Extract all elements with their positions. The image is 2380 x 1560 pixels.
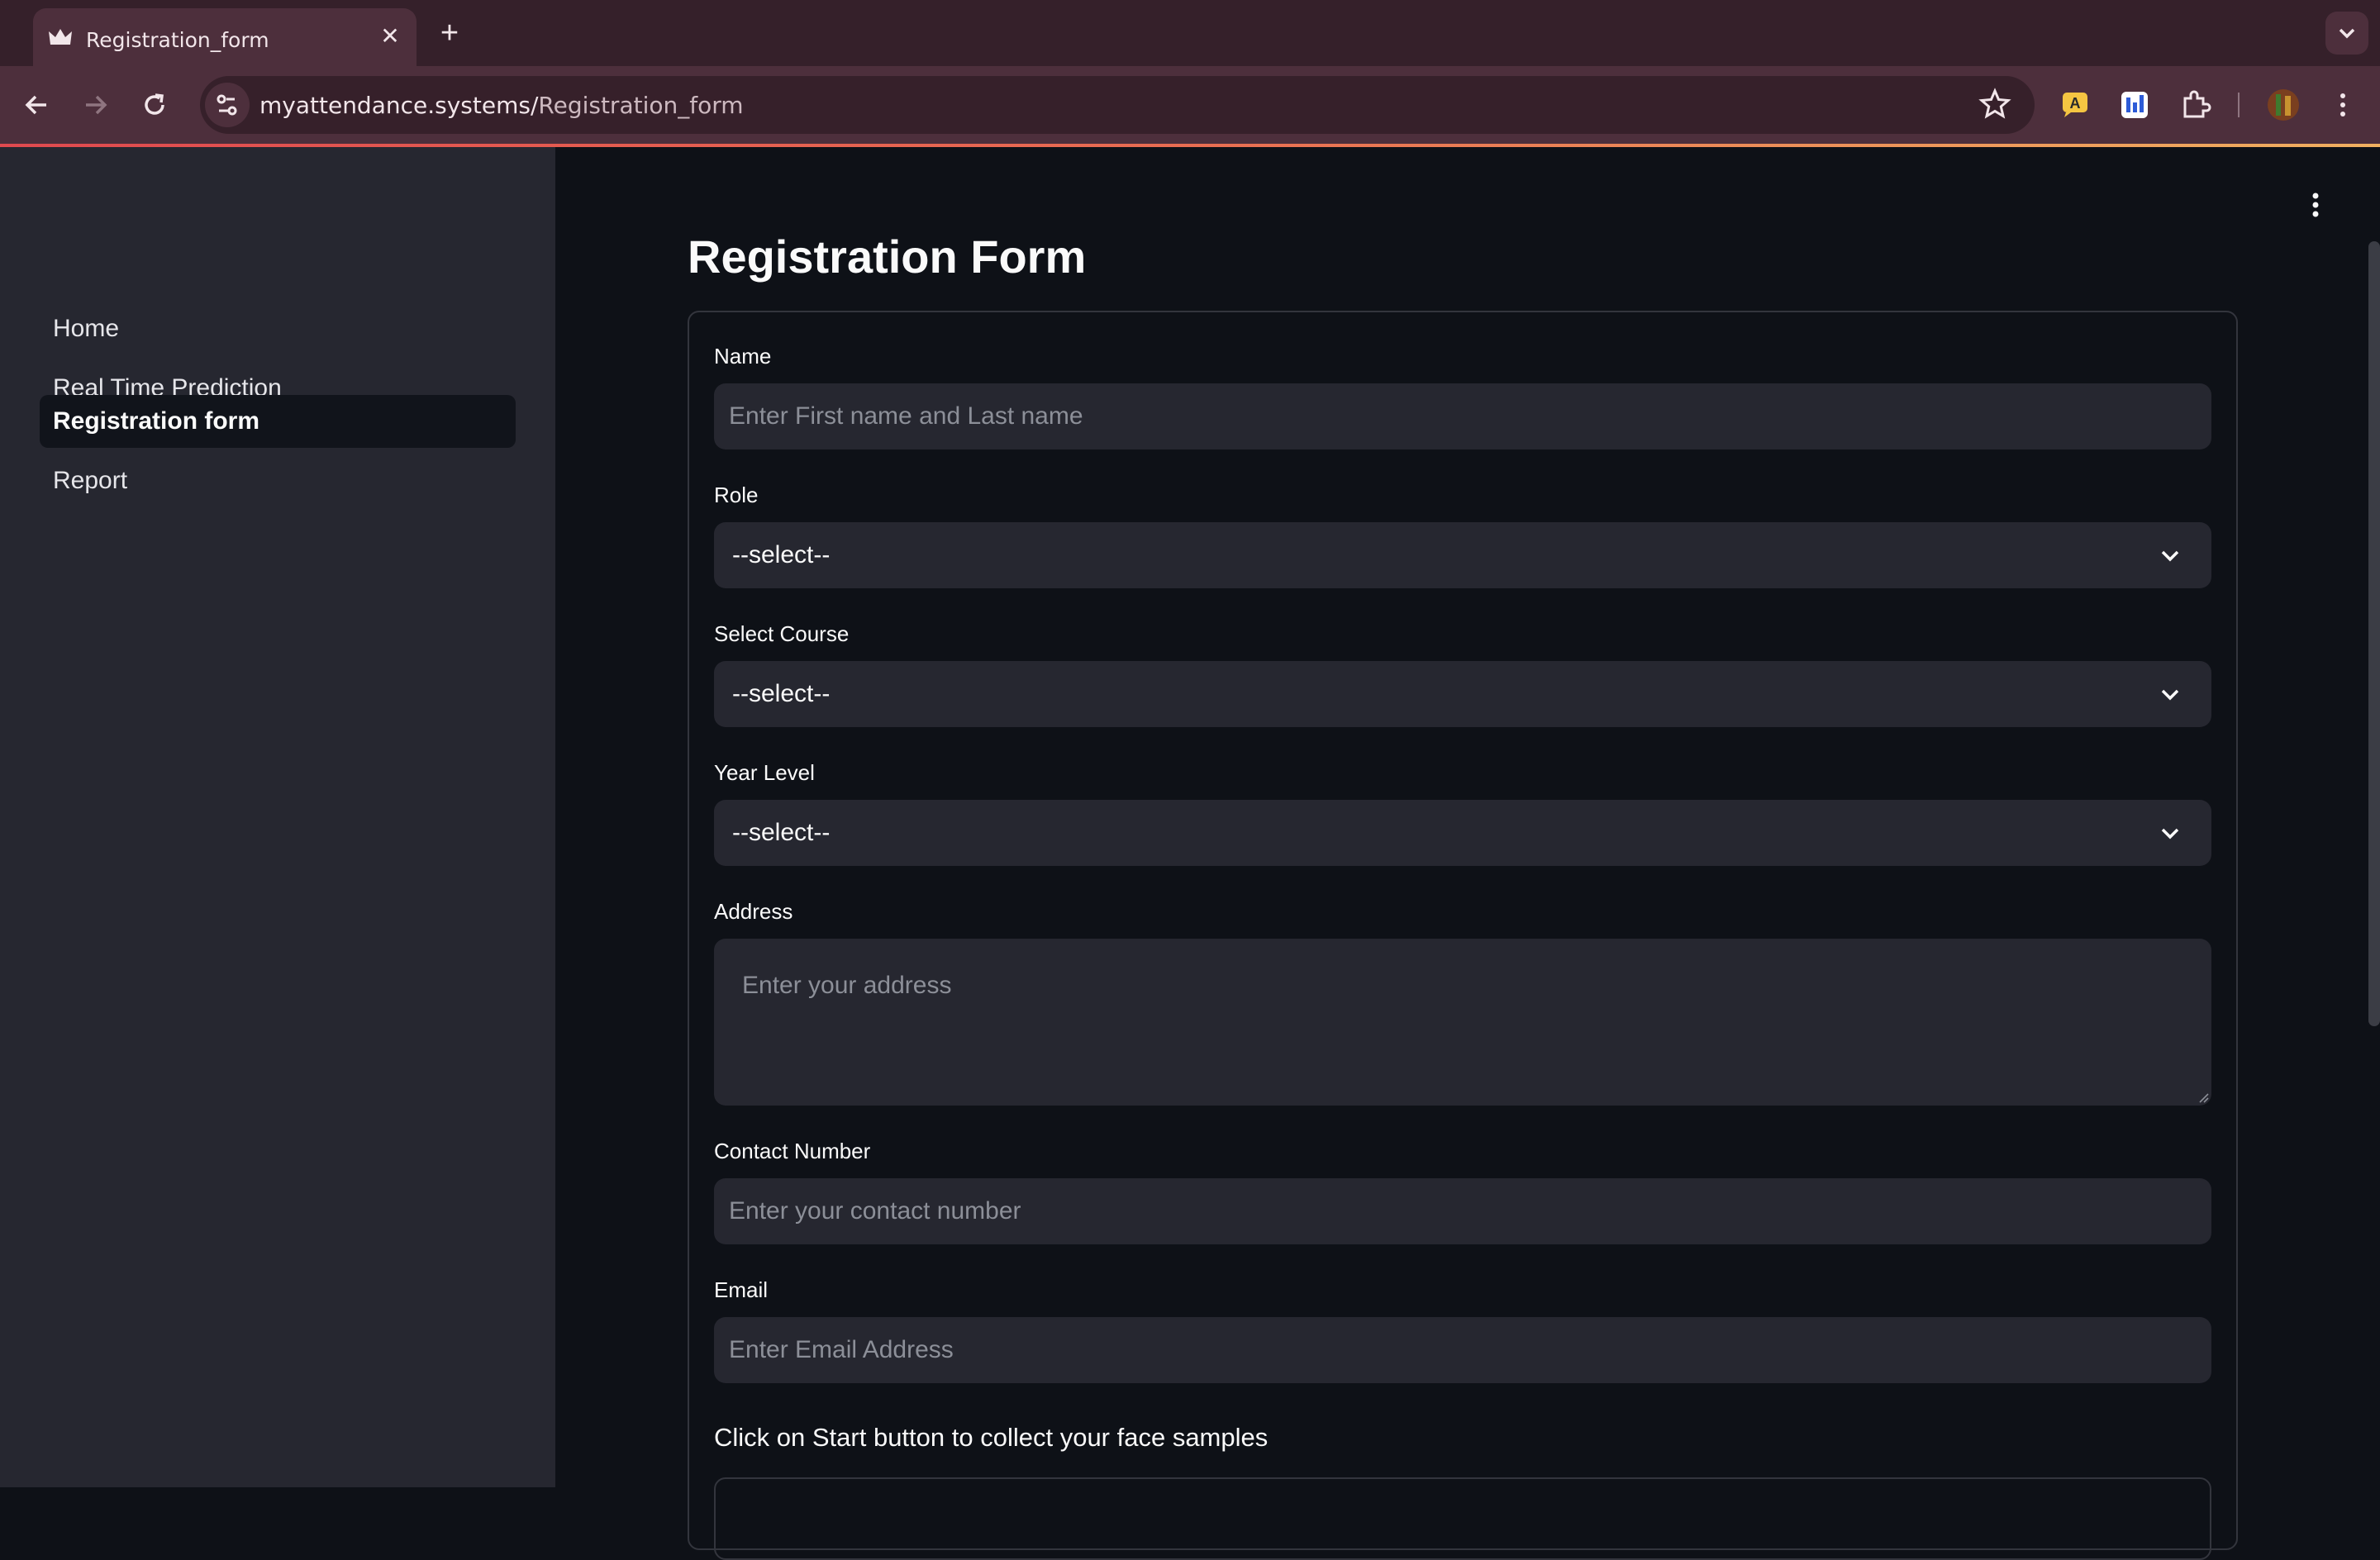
new-tab-button[interactable]: + xyxy=(433,17,466,50)
chevron-down-icon xyxy=(2161,550,2179,562)
browser-menu-icon[interactable] xyxy=(2322,84,2363,126)
address-label: Address xyxy=(714,899,793,924)
face-sample-instruction: Click on Start button to collect your fa… xyxy=(714,1423,1269,1452)
browser-tab[interactable]: Registration_form ✕ xyxy=(33,8,416,66)
year-level-label: Year Level xyxy=(714,760,815,785)
browser-toolbar: myattendance.systems/Registration_form A xyxy=(0,66,2380,144)
chart-extension-icon[interactable] xyxy=(2114,84,2155,126)
tab-title: Registration_form xyxy=(86,28,269,52)
forward-arrow-icon[interactable] xyxy=(74,84,116,126)
reload-icon[interactable] xyxy=(134,84,175,126)
role-value: --select-- xyxy=(732,541,831,568)
email-input[interactable]: Enter Email Address xyxy=(714,1317,2211,1383)
year-level-select[interactable]: --select-- xyxy=(714,800,2211,866)
chevron-down-icon xyxy=(2161,689,2179,701)
face-capture-widget xyxy=(714,1477,2211,1560)
extensions-puzzle-icon[interactable] xyxy=(2175,84,2216,126)
translate-extension-icon[interactable]: A xyxy=(2054,84,2096,126)
course-label: Select Course xyxy=(714,621,850,646)
back-arrow-icon[interactable] xyxy=(17,84,58,126)
role-select[interactable]: --select-- xyxy=(714,522,2211,588)
crown-favicon-icon xyxy=(49,29,72,45)
sidebar-item-home[interactable]: Home xyxy=(40,302,516,355)
profile-avatar-icon[interactable] xyxy=(2263,84,2304,126)
main-content: Registration Form Name Enter First name … xyxy=(555,147,2380,1560)
course-value: --select-- xyxy=(732,680,831,707)
tab-search-button[interactable] xyxy=(2325,12,2368,55)
browser-tabstrip: Registration_form ✕ + xyxy=(0,0,2380,66)
close-tab-icon[interactable]: ✕ xyxy=(375,21,405,51)
scrollbar[interactable] xyxy=(2368,241,2380,1026)
bookmark-star-icon[interactable] xyxy=(1978,88,2011,121)
contact-number-label: Contact Number xyxy=(714,1139,871,1163)
contact-number-input[interactable]: Enter your contact number xyxy=(714,1178,2211,1244)
course-select[interactable]: --select-- xyxy=(714,661,2211,727)
sidebar-item-registration-form[interactable]: Registration form xyxy=(40,395,516,448)
chevron-down-icon xyxy=(2339,28,2355,39)
sidebar-item-report[interactable]: Report xyxy=(40,454,516,507)
url-text: myattendance.systems/Registration_form xyxy=(259,92,744,119)
svg-text:A: A xyxy=(2070,95,2081,112)
year-level-value: --select-- xyxy=(732,819,831,846)
address-textarea[interactable]: Enter your address xyxy=(714,939,2211,1106)
address-placeholder: Enter your address xyxy=(742,972,952,999)
chevron-down-icon xyxy=(2161,828,2179,839)
address-bar[interactable]: myattendance.systems/Registration_form xyxy=(200,76,2035,134)
app-menu-icon[interactable] xyxy=(2299,188,2332,221)
site-info-button[interactable] xyxy=(205,83,250,127)
email-label: Email xyxy=(714,1277,769,1302)
tune-icon xyxy=(217,94,237,116)
registration-form: Name Enter First name and Last name Role… xyxy=(688,311,2238,1560)
name-label: Name xyxy=(714,344,772,369)
page-title: Registration Form xyxy=(688,231,1087,283)
role-label: Role xyxy=(714,483,759,507)
name-input[interactable]: Enter First name and Last name xyxy=(714,383,2211,449)
sidebar: Home Real Time Prediction Registration f… xyxy=(0,147,555,1487)
resize-handle-icon[interactable] xyxy=(2197,1091,2210,1104)
toolbar-divider xyxy=(2238,93,2240,117)
